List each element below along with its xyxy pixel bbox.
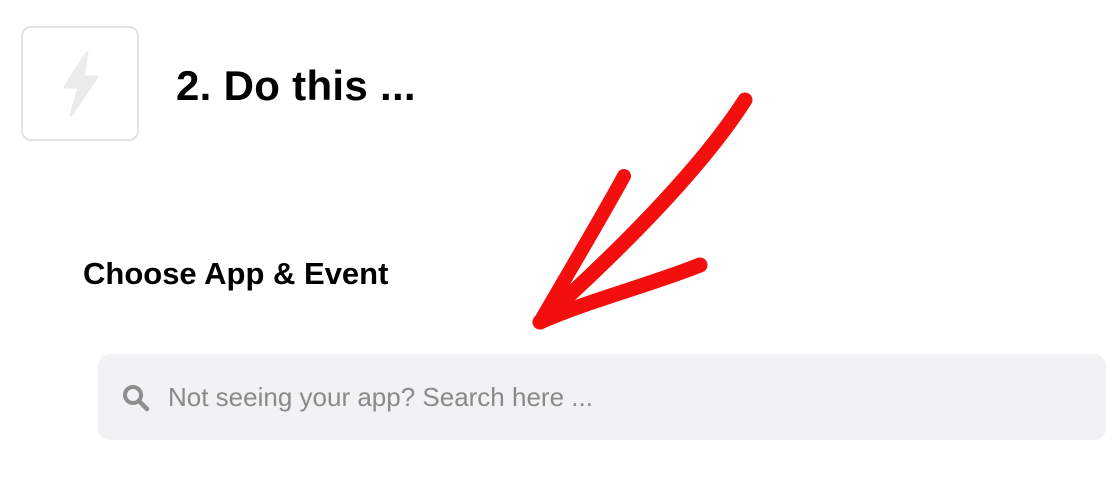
search-icon xyxy=(123,385,150,412)
app-search-box[interactable] xyxy=(98,354,1106,440)
step-title: 2. Do this ... xyxy=(176,62,416,109)
section-title: Choose App & Event xyxy=(83,256,389,291)
step-app-icon-placeholder xyxy=(21,26,139,141)
lightning-bolt-icon xyxy=(63,51,99,116)
search-input[interactable] xyxy=(168,354,1068,440)
